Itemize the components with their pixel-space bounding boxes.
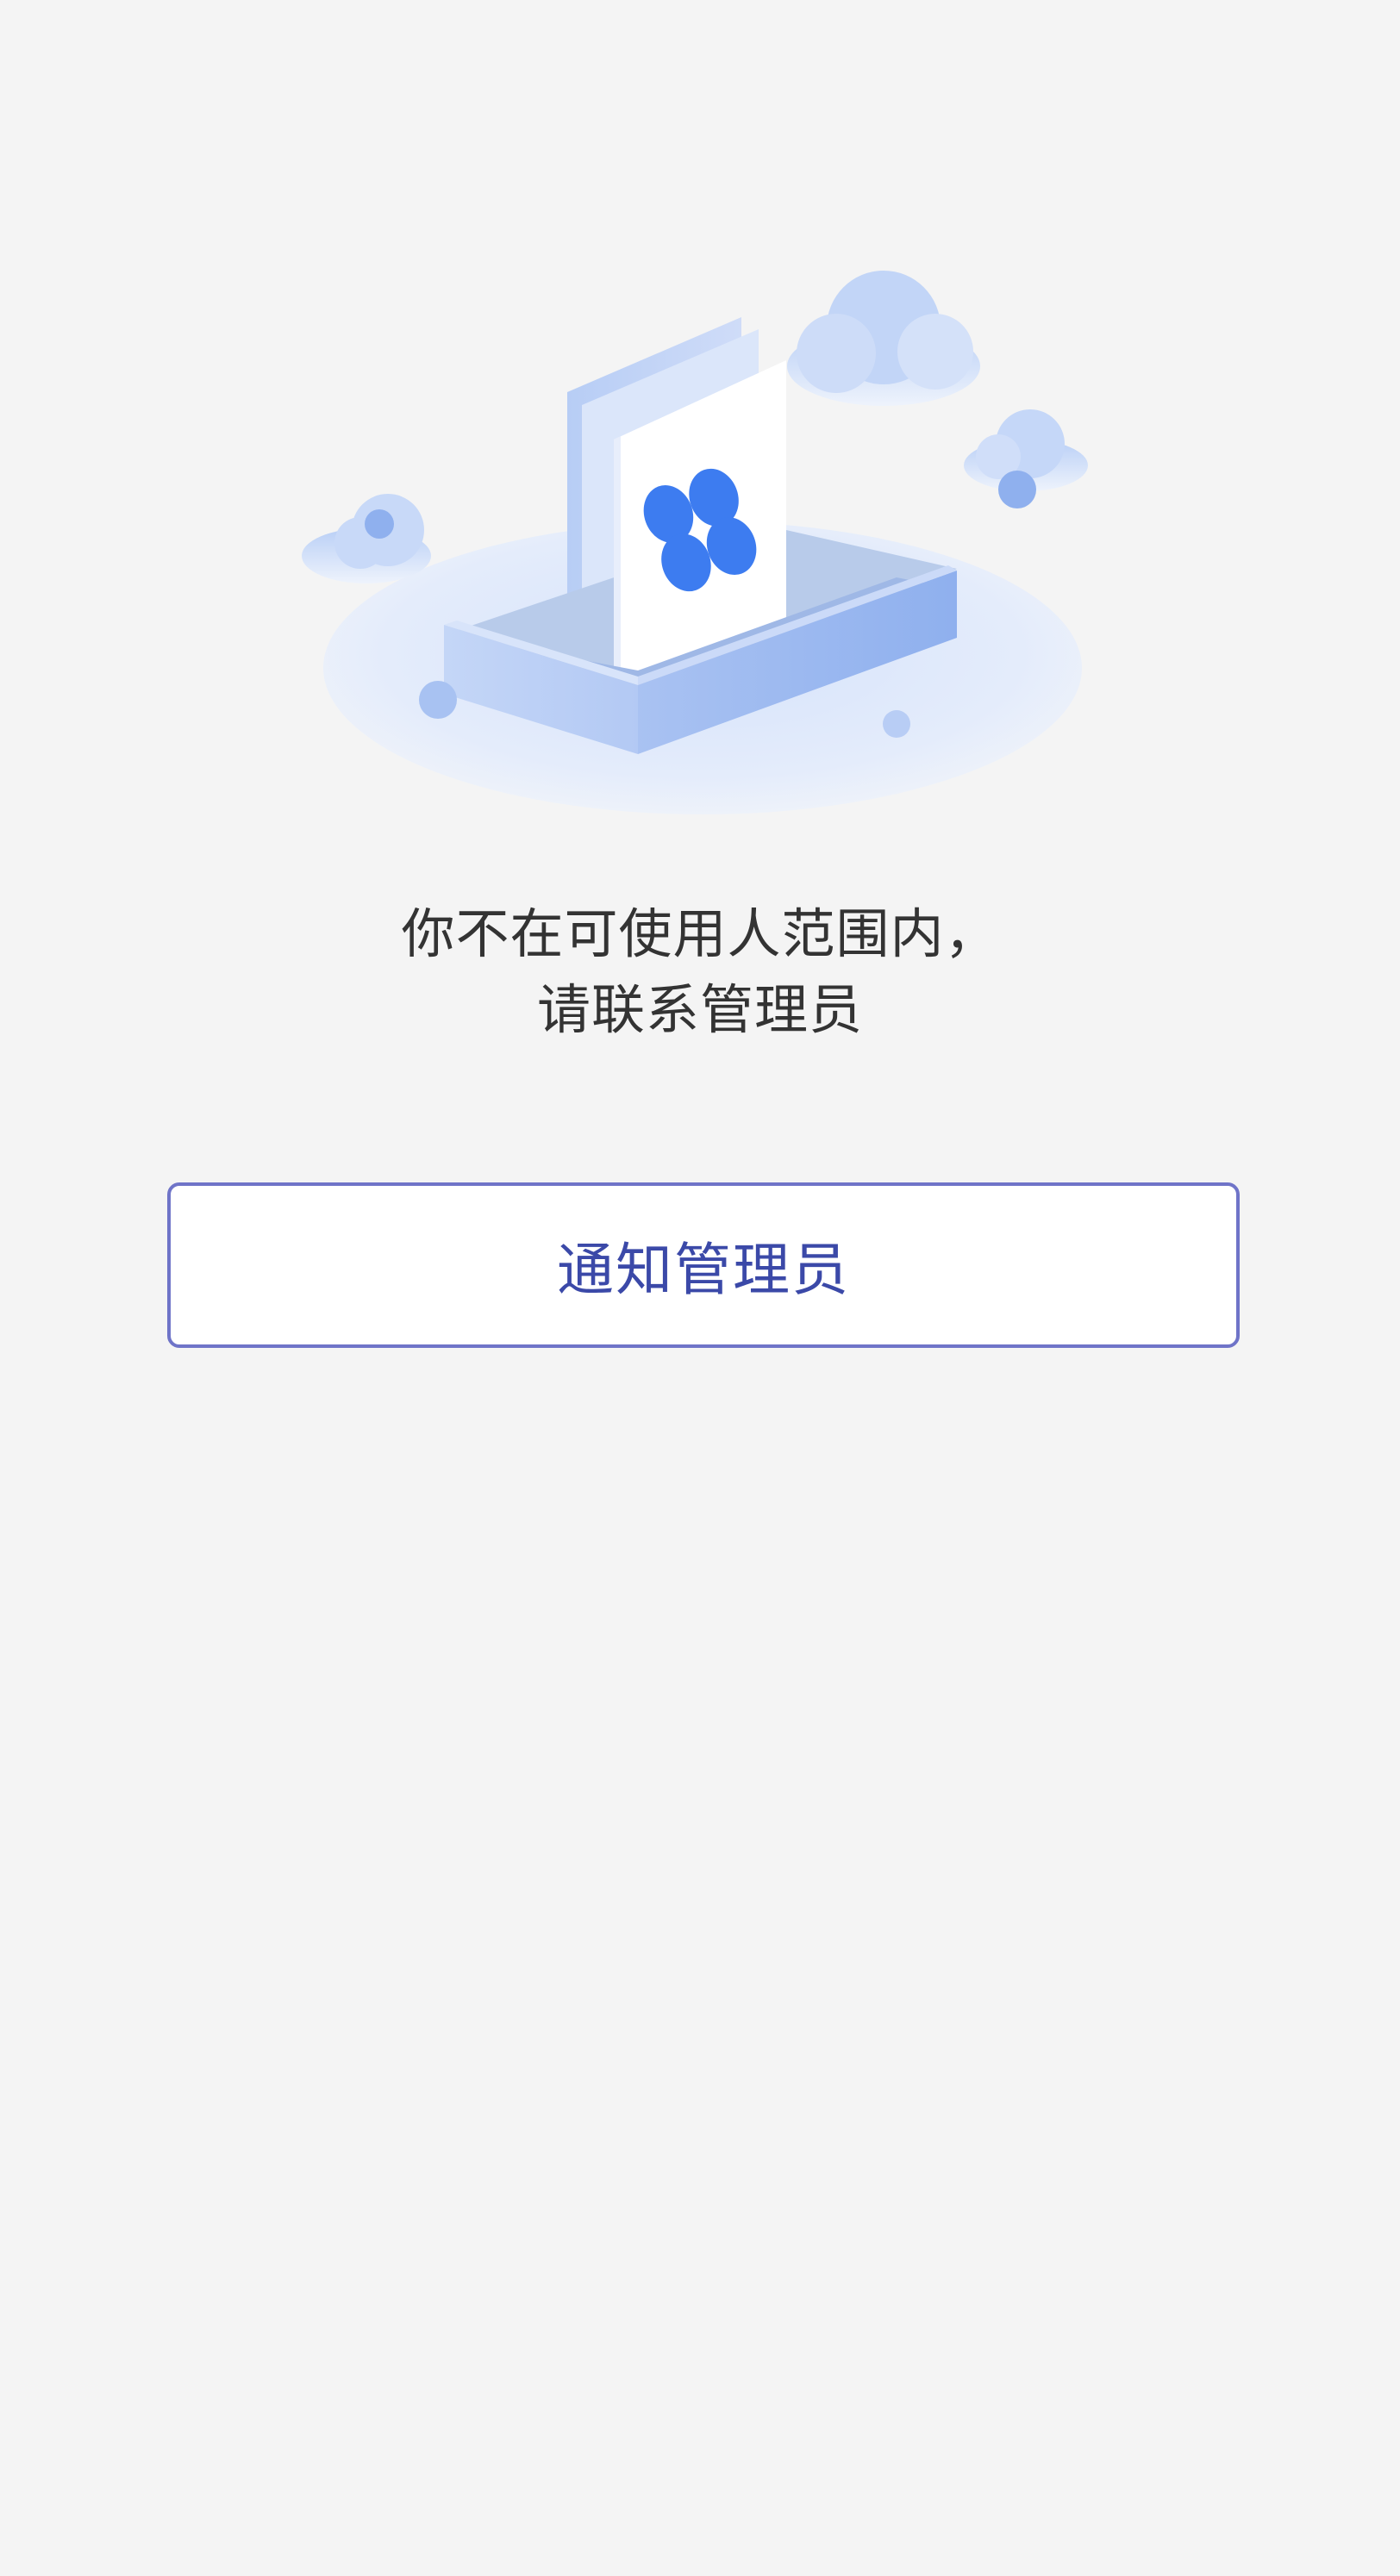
bubble-dot [419,681,457,719]
notify-admin-label: 通知管理员 [557,1237,850,1303]
bubble-dot [883,710,910,738]
empty-state-illustration [293,259,1121,845]
message-line-2: 请联系管理员 [536,978,863,1041]
notify-admin-button[interactable]: 通知管理员 [167,1182,1240,1348]
cloud-icon-top [787,271,980,406]
not-in-scope-message: 你不在可使用人范围内， 请联系管理员 [0,896,1400,1048]
cloud-icon-left [302,494,431,583]
message-line-1: 你不在可使用人范围内， [401,902,999,965]
cloud-icon-right [964,409,1088,508]
